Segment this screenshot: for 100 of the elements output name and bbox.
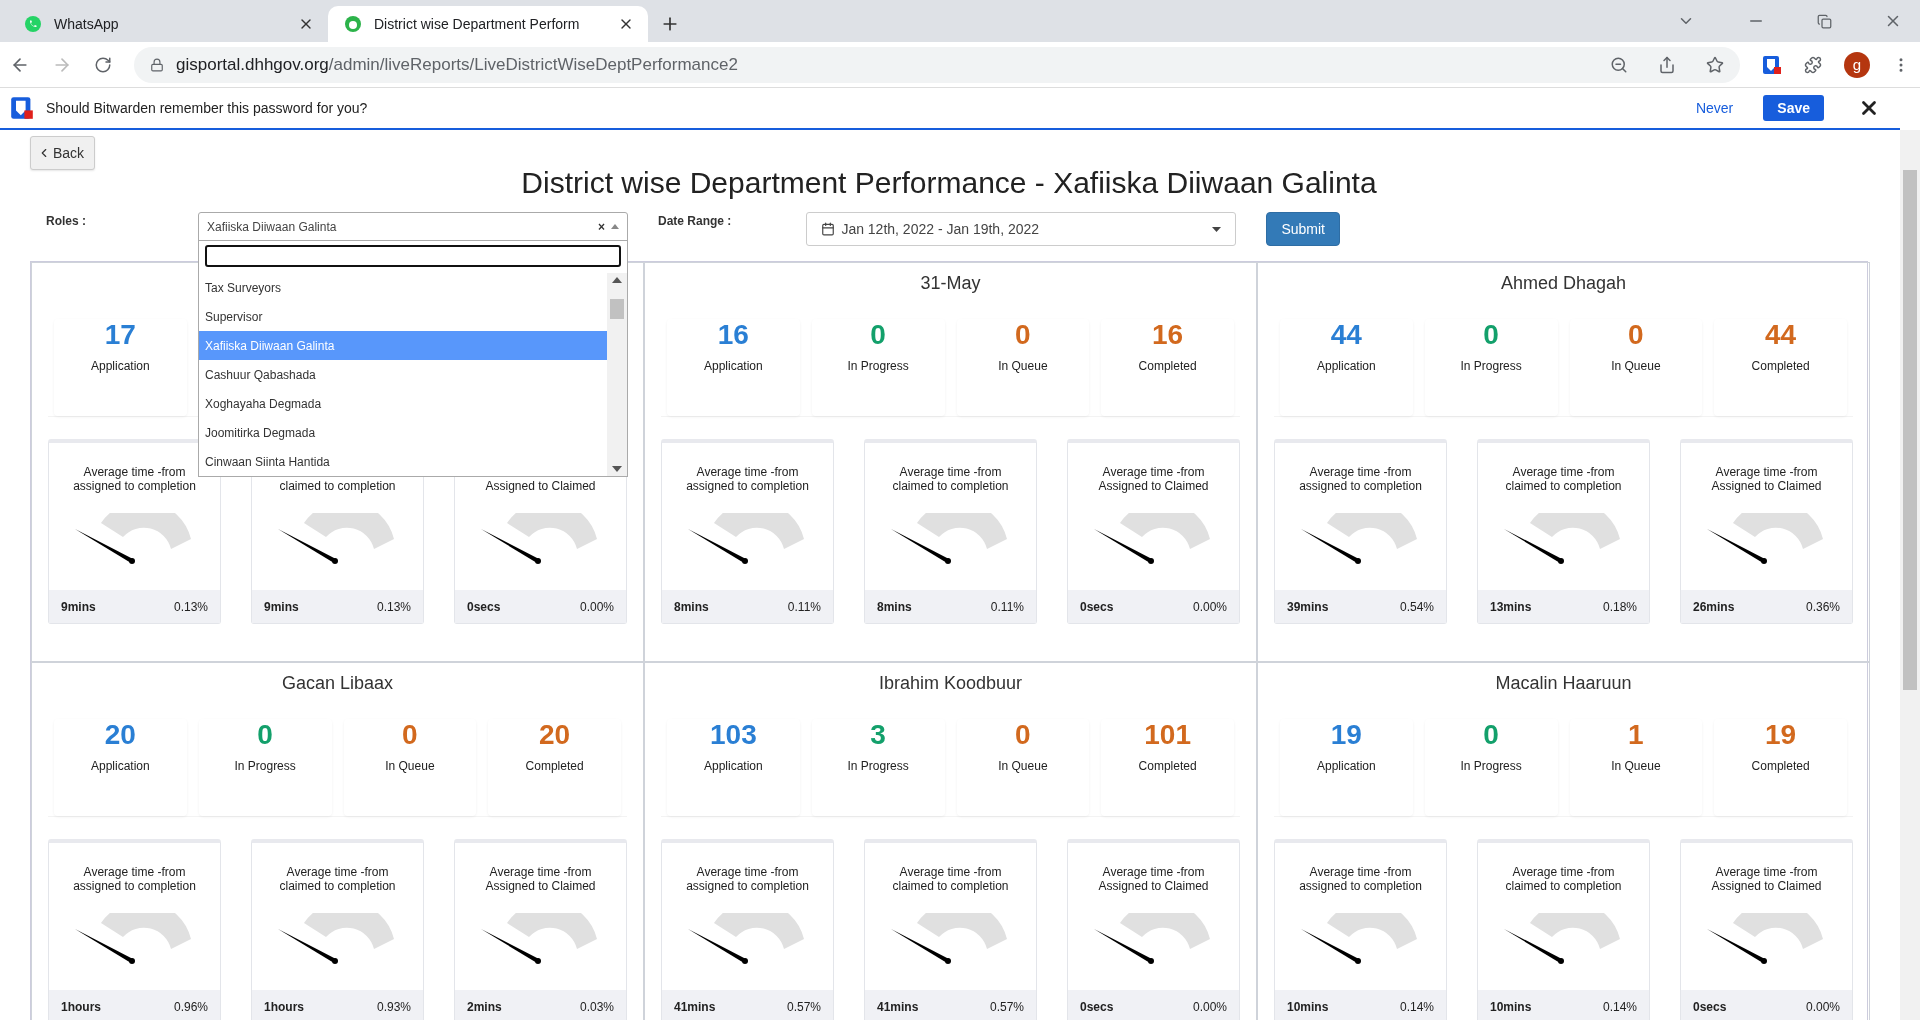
stat-label: Application xyxy=(1317,759,1376,773)
stat-value: 0 xyxy=(402,719,418,751)
gauge-percent: 0.54% xyxy=(1399,599,1434,614)
gauge-time: 0secs xyxy=(1080,999,1114,1014)
save-button[interactable]: Save xyxy=(1763,95,1824,121)
puzzle-icon[interactable] xyxy=(1804,55,1822,74)
address-bar[interactable]: gisportal.dhhgov.org/admin/liveReports/LiveDistrictWiseDeptPerformance2 xyxy=(134,46,1740,83)
gauge-percent: 0.13% xyxy=(173,599,208,614)
scroll-up-icon[interactable] xyxy=(612,277,622,283)
gauge-time: 10mins xyxy=(1287,999,1329,1014)
gauge-title: Average time -from assigned to completion xyxy=(1299,465,1422,493)
gauge-title: Average time -from Assigned to Claimed xyxy=(485,865,596,893)
restore-icon[interactable] xyxy=(1817,13,1832,29)
stat-label: In Progress xyxy=(847,759,909,773)
star-icon[interactable] xyxy=(1706,55,1724,74)
stat-label: In Queue xyxy=(998,359,1048,373)
gauge-percent: 0.00% xyxy=(579,599,614,614)
scroll-thumb[interactable] xyxy=(1903,170,1917,690)
stat-label: In Progress xyxy=(1460,759,1522,773)
caret-up-icon xyxy=(611,224,619,229)
gauge-title: Average time -from claimed to completion xyxy=(279,865,396,893)
gauge-percent: 0.18% xyxy=(1602,599,1637,614)
page-title: District wise Department Performance - Xafiiska Diiwaan Galinta xyxy=(520,166,1378,200)
shield-icon xyxy=(10,96,34,120)
gauge-title: Average time -from assigned to completion xyxy=(686,465,809,493)
gauge-time: 8mins xyxy=(877,599,912,614)
district-title: 31-May xyxy=(920,273,981,293)
gauge-time: 41mins xyxy=(674,999,716,1014)
never-link[interactable]: Never xyxy=(1695,100,1734,116)
gauge-time: 26mins xyxy=(1693,599,1735,614)
gauge-time: 0secs xyxy=(1693,999,1727,1014)
stat-label: In Queue xyxy=(385,759,435,773)
stat-label: In Queue xyxy=(998,759,1048,773)
gauge-title: Average time -from assigned to completion xyxy=(73,465,196,493)
stat-label: Completed xyxy=(1751,759,1810,773)
clear-icon[interactable]: × xyxy=(598,219,605,234)
gauge-percent: 0.14% xyxy=(1602,999,1637,1014)
gauge-title: Average time -from Assigned to Claimed xyxy=(1711,865,1822,893)
stat-label: Application xyxy=(91,759,150,773)
share-icon[interactable] xyxy=(1658,55,1676,74)
gauge-time: 2mins xyxy=(467,999,502,1014)
gauge-time: 0secs xyxy=(1080,599,1114,614)
stat-label: Completed xyxy=(1751,359,1810,373)
gauge-time: 0secs xyxy=(467,599,501,614)
gauge-title: Average time -from assigned to completion xyxy=(686,865,809,893)
date-range-field[interactable]: Jan 12th, 2022 - Jan 19th, 2022 xyxy=(806,212,1237,246)
stat-value: 44 xyxy=(1330,319,1362,351)
gauge-title: claimed to completion xyxy=(279,479,396,493)
stat-value: 0 xyxy=(1015,319,1031,351)
gauge-title: Average time -from Assigned to Claimed xyxy=(1711,465,1822,493)
gauge-time: 9mins xyxy=(264,599,299,614)
gauge-percent: 0.00% xyxy=(1192,999,1227,1014)
stat-value: 0 xyxy=(1015,719,1031,751)
stat-value: 16 xyxy=(1152,319,1184,351)
stat-value: 20 xyxy=(104,719,136,751)
stat-label: Application xyxy=(704,759,763,773)
stat-label: Application xyxy=(1317,359,1376,373)
browser-tab[interactable]: District wise Department Perform xyxy=(328,6,648,42)
stat-value: 16 xyxy=(717,319,749,351)
scroll-down-icon[interactable] xyxy=(612,466,622,472)
scroll-thumb[interactable] xyxy=(610,299,624,319)
gauge-title: Average time -from assigned to completion xyxy=(1299,865,1422,893)
stat-value: 19 xyxy=(1765,719,1797,751)
district-title: Gacan Libaax xyxy=(281,673,394,693)
gauge-time: 10mins xyxy=(1490,999,1532,1014)
gauge-title: Average time -from claimed to completion xyxy=(1505,465,1622,493)
gauge-percent: 0.00% xyxy=(1805,999,1840,1014)
stat-value: 101 xyxy=(1144,719,1191,751)
gauge-percent: 0.57% xyxy=(989,999,1024,1014)
stat-label: Application xyxy=(704,359,763,373)
stat-value: 103 xyxy=(710,719,757,751)
gauge-percent: 0.96% xyxy=(173,999,208,1014)
stat-value: 1 xyxy=(1628,719,1644,751)
stat-value: 0 xyxy=(870,319,886,351)
chat-icon xyxy=(24,15,42,33)
gauge-time: 39mins xyxy=(1287,599,1329,614)
stat-value: 0 xyxy=(257,719,273,751)
reload-icon[interactable] xyxy=(94,55,112,74)
gauge-percent: 0.03% xyxy=(579,999,614,1014)
stat-value: 0 xyxy=(1628,319,1644,351)
gauge-title: Assigned to Claimed xyxy=(485,479,596,493)
shield-icon[interactable] xyxy=(1762,54,1782,75)
stat-value: 0 xyxy=(1483,719,1499,751)
zoom-out-icon[interactable] xyxy=(1610,55,1628,74)
caret-down-icon xyxy=(1212,226,1222,232)
stat-label: Completed xyxy=(525,759,584,773)
calendar-icon xyxy=(821,222,836,236)
stat-label: In Progress xyxy=(1460,359,1522,373)
gauge-time: 9mins xyxy=(61,599,96,614)
back-button[interactable]: Back xyxy=(30,136,96,170)
search-field[interactable] xyxy=(205,245,621,267)
browser-tab[interactable]: WhatsApp xyxy=(8,6,328,42)
gauge-time: 8mins xyxy=(674,599,709,614)
gauge-percent: 0.36% xyxy=(1805,599,1840,614)
stat-value: 0 xyxy=(1483,319,1499,351)
gauge-title: Average time -from claimed to completion xyxy=(1505,865,1622,893)
stat-label: Application xyxy=(91,359,150,373)
profile-avatar[interactable]: g xyxy=(1844,51,1870,78)
district-title: Ahmed Dhagah xyxy=(1500,273,1627,293)
submit-button[interactable]: Submit xyxy=(1266,212,1340,246)
